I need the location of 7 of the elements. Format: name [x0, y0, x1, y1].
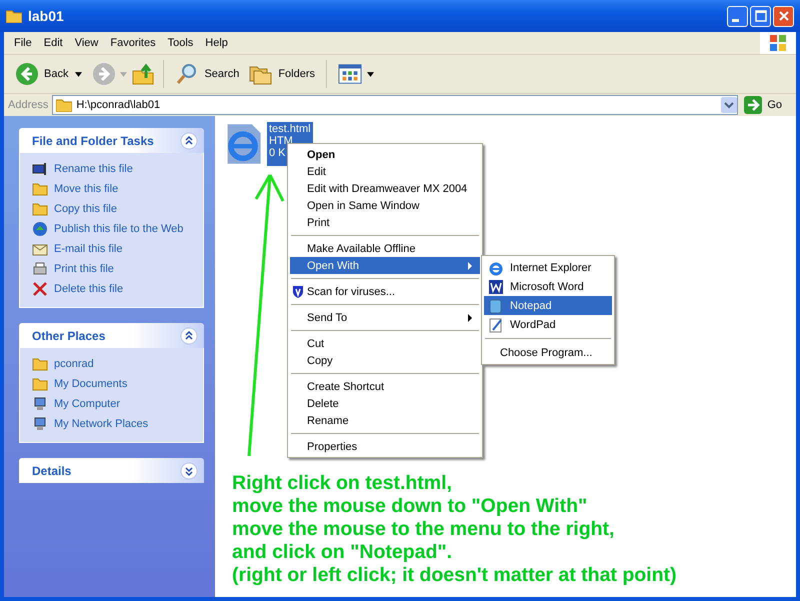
- address-label: Address: [8, 99, 48, 111]
- instruction-text: and click on "Notepad".: [232, 541, 454, 564]
- instruction-text: move the mouse to the menu to the right,: [232, 518, 616, 541]
- window-title: lab01: [28, 8, 64, 24]
- instruction-text: Right click on test.html,: [232, 472, 453, 495]
- instruction-text: (right or left click; it doesn't matter at that point): [232, 564, 678, 587]
- instruction-text: move the mouse down to "Open With": [232, 495, 588, 518]
